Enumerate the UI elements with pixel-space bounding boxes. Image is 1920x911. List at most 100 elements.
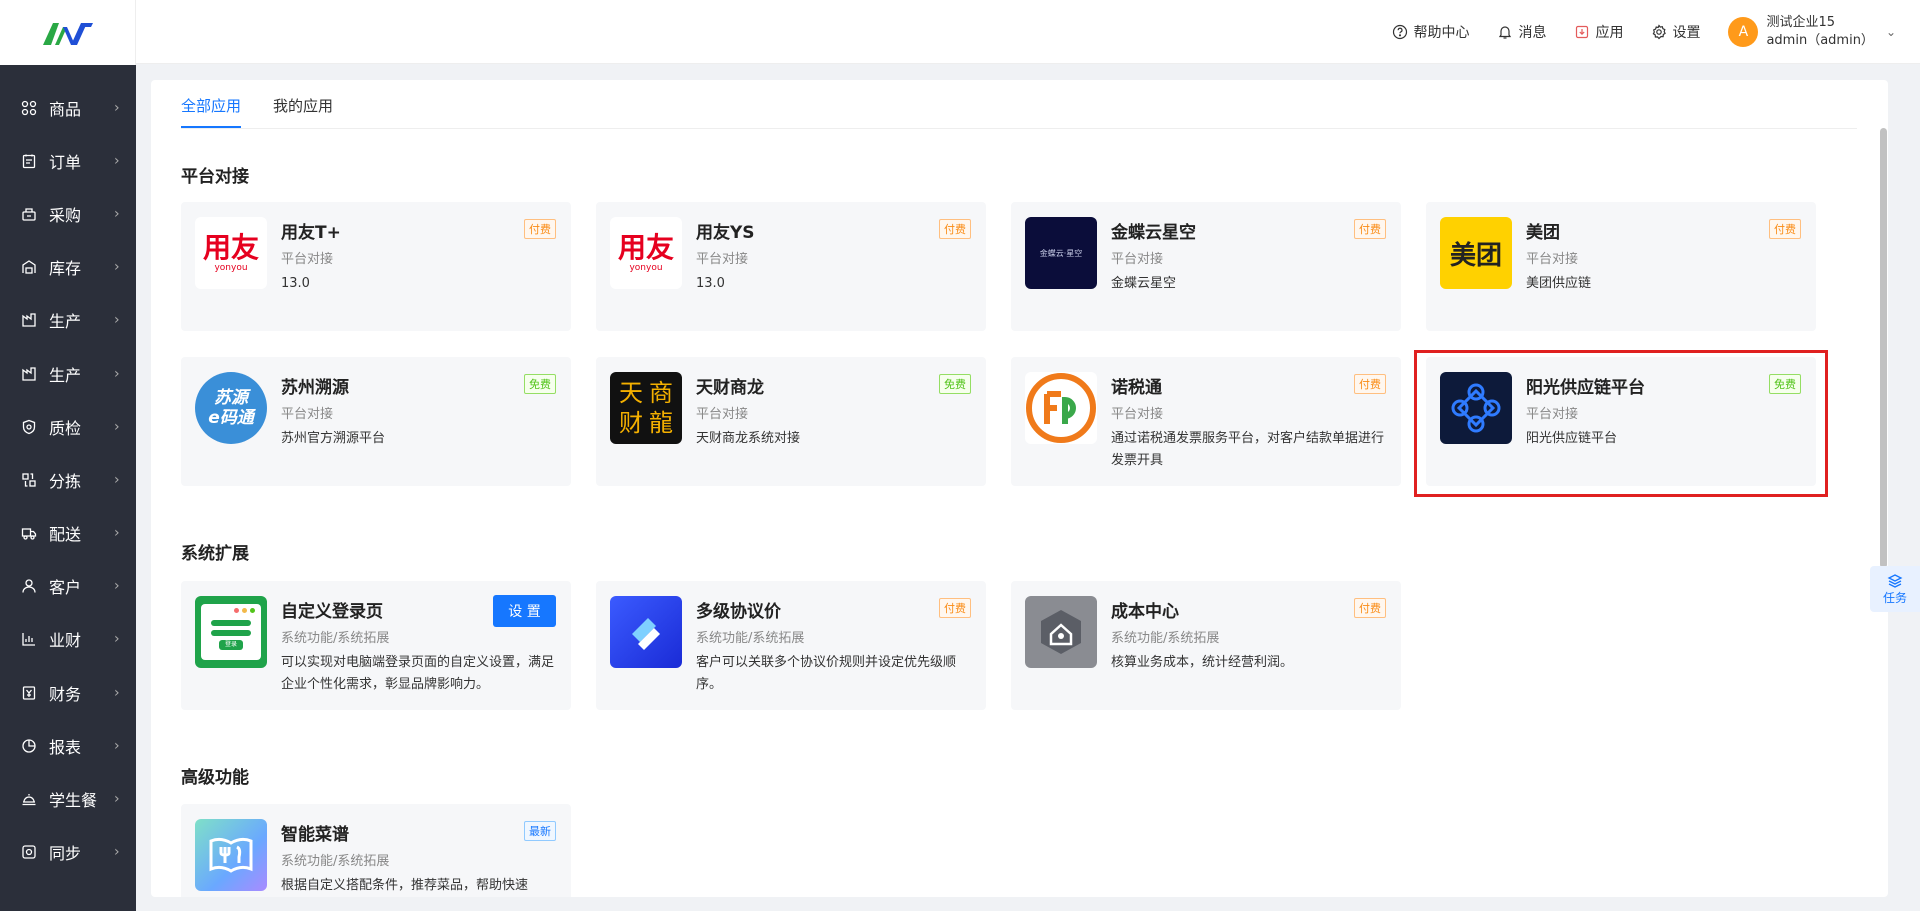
suzhou-trace-logo-icon: 苏源 e码通 bbox=[195, 372, 267, 444]
help-center-button[interactable]: 帮助中心 bbox=[1392, 22, 1469, 42]
task-label: 任务 bbox=[1882, 590, 1907, 605]
app-card-kingdee[interactable]: 金蝶云·星空 金蝶云星空 平台对接 金蝶云星空 付费 bbox=[1011, 202, 1401, 331]
paid-badge: 付费 bbox=[1354, 219, 1386, 239]
tab-my-apps[interactable]: 我的应用 bbox=[273, 95, 333, 128]
settings-button-custom-login[interactable]: 设 置 bbox=[493, 595, 556, 627]
yonyou-logo-text: 用友 bbox=[617, 231, 674, 264]
meituan-logo-text: 美团 bbox=[1449, 240, 1502, 271]
new-badge: 最新 bbox=[524, 821, 556, 841]
app-desc: 客户可以关联多个协议价规则并设定优先级顺序。 bbox=[696, 655, 957, 692]
sidebar-item-reports[interactable]: 报表 › bbox=[0, 719, 136, 772]
login-page-logo-icon: 登录 bbox=[195, 596, 267, 668]
section-title-advanced: 高级功能 bbox=[181, 768, 249, 788]
chevron-right-icon: › bbox=[114, 737, 120, 754]
chevron-right-icon: › bbox=[114, 684, 120, 701]
app-category: 系统功能/系统拓展 bbox=[696, 631, 805, 646]
sidebar-item-quality[interactable]: 质检 › bbox=[0, 400, 136, 453]
cost-center-logo-icon bbox=[1025, 596, 1097, 668]
app-name: 多级协议价 bbox=[696, 602, 781, 622]
sidebar-item-label: 学生餐 bbox=[49, 791, 98, 811]
app-card-meituan[interactable]: 美团 美团 平台对接 美团供应链 付费 bbox=[1426, 202, 1816, 331]
production-icon bbox=[20, 311, 38, 329]
app-card-yonyou-ys[interactable]: 用友 yonyou 用友YS 平台对接 13.0 付费 bbox=[596, 202, 986, 331]
messages-label: 消息 bbox=[1518, 24, 1547, 41]
app-name: 成本中心 bbox=[1111, 602, 1179, 622]
sidebar-item-label: 财务 bbox=[49, 684, 82, 704]
highlight-box bbox=[1414, 350, 1828, 497]
app-download-icon bbox=[1576, 25, 1589, 38]
settings-label: 设置 bbox=[1672, 24, 1701, 41]
tab-all-apps[interactable]: 全部应用 bbox=[181, 95, 242, 128]
chevron-right-icon: › bbox=[114, 578, 120, 595]
sidebar-item-sync[interactable]: 同步 › bbox=[0, 826, 136, 879]
yonyou-logo-icon: 用友 yonyou bbox=[610, 217, 682, 289]
sidebar-item-label: 质检 bbox=[49, 418, 82, 438]
app-card-tiancai[interactable]: 天 商 财 龍 天财商龙 平台对接 天财商龙系统对接 免费 bbox=[596, 357, 986, 486]
yonyou-logo-sub: yonyou bbox=[214, 263, 248, 273]
smart-recipe-logo-icon bbox=[195, 819, 267, 891]
app-card-yonyou-tplus[interactable]: 用友 yonyou 用友T+ 平台对接 13.0 付费 bbox=[181, 202, 571, 331]
shield-icon bbox=[20, 418, 38, 436]
apps-button[interactable]: 应用 bbox=[1574, 22, 1623, 42]
app-desc: 13.0 bbox=[696, 276, 725, 291]
login-mini-button: 登录 bbox=[219, 640, 243, 650]
app-card-smart-recipe[interactable]: 智能菜谱 系统功能/系统拓展 根据自定义搭配条件，推荐菜品，帮助快速 最新 bbox=[181, 804, 571, 897]
app-name: 苏州溯源 bbox=[281, 378, 349, 398]
app-name: 天财商龙 bbox=[696, 378, 764, 398]
finance-icon bbox=[20, 684, 38, 702]
app-card-custom-login[interactable]: 登录 自定义登录页 系统功能/系统拓展 可以实现对电脑端登录页面的自定义设置，满… bbox=[181, 581, 571, 710]
paid-badge: 付费 bbox=[1769, 219, 1801, 239]
app-category: 系统功能/系统拓展 bbox=[1111, 631, 1220, 646]
tiancai-char: 商 bbox=[649, 379, 673, 407]
sidebar-item-orders[interactable]: 订单 › bbox=[0, 134, 136, 187]
app-desc: 天财商龙系统对接 bbox=[696, 431, 801, 446]
sidebar-item-business-finance[interactable]: 业财 › bbox=[0, 613, 136, 666]
sidebar-item-sorting[interactable]: 分拣 › bbox=[0, 453, 136, 506]
chevron-right-icon: › bbox=[114, 152, 120, 169]
section-title-system: 系统扩展 bbox=[181, 544, 249, 564]
sidebar-item-purchase[interactable]: 采购 › bbox=[0, 187, 136, 240]
paid-badge: 付费 bbox=[939, 598, 971, 618]
sidebar-item-student-meal[interactable]: 学生餐 › bbox=[0, 772, 136, 825]
app-desc: 核算业务成本，统计经营利润。 bbox=[1111, 655, 1294, 670]
sidebar-item-goods[interactable]: 商品 › bbox=[0, 81, 136, 134]
production-icon bbox=[20, 365, 38, 383]
user-menu[interactable]: A 测试企业15 admin（admin） ⌄ bbox=[1728, 14, 1896, 50]
settings-button[interactable]: 设置 bbox=[1651, 22, 1700, 42]
section-title-platform: 平台对接 bbox=[181, 167, 249, 187]
app-card-nuoshuitong[interactable]: 诺税通 平台对接 通过诺税通发票服务平台，对客户结款单据进行发票开具 付费 bbox=[1011, 357, 1401, 486]
user-icon bbox=[20, 577, 38, 595]
sidebar-item-inventory[interactable]: 库存 › bbox=[0, 241, 136, 294]
meituan-logo-icon: 美团 bbox=[1440, 217, 1512, 289]
kingdee-logo-text: 金蝶云·星空 bbox=[1039, 248, 1083, 258]
avatar: A bbox=[1728, 16, 1759, 47]
paid-badge: 付费 bbox=[939, 219, 971, 239]
help-icon bbox=[1393, 24, 1408, 39]
app-logo[interactable] bbox=[0, 0, 136, 65]
messages-button[interactable]: 消息 bbox=[1497, 22, 1546, 42]
app-card-cost-center[interactable]: 成本中心 系统功能/系统拓展 核算业务成本，统计经营利润。 付费 bbox=[1011, 581, 1401, 710]
company-name: 测试企业15 bbox=[1766, 14, 1836, 30]
task-float-button[interactable]: 任务 bbox=[1870, 566, 1920, 612]
app-card-suzhou-trace[interactable]: 苏源 e码通 苏州溯源 平台对接 苏州官方溯源平台 免费 bbox=[181, 357, 571, 486]
sidebar-item-label: 库存 bbox=[49, 259, 82, 279]
free-badge: 免费 bbox=[939, 374, 971, 394]
bell-icon bbox=[1499, 25, 1512, 39]
sidebar-item-production-1[interactable]: 生产 › bbox=[0, 294, 136, 347]
sidebar-item-production-2[interactable]: 生产 › bbox=[0, 347, 136, 400]
paid-badge: 付费 bbox=[524, 219, 556, 239]
sidebar-item-delivery[interactable]: 配送 › bbox=[0, 507, 136, 560]
chart-icon bbox=[20, 630, 38, 648]
sidebar-item-finance[interactable]: 财务 › bbox=[0, 666, 136, 719]
order-icon bbox=[20, 152, 38, 170]
app-card-multi-level-price[interactable]: 多级协议价 系统功能/系统拓展 客户可以关联多个协议价规则并设定优先级顺序。 付… bbox=[596, 581, 986, 710]
chevron-right-icon: › bbox=[114, 525, 120, 542]
app-category: 平台对接 bbox=[696, 252, 749, 267]
yonyou-logo-text: 用友 bbox=[202, 231, 259, 264]
sidebar-item-label: 客户 bbox=[49, 578, 82, 598]
scrollbar-thumb[interactable] bbox=[1880, 128, 1887, 568]
report-icon bbox=[20, 737, 38, 755]
chevron-right-icon: › bbox=[114, 471, 120, 488]
tiancai-char: 龍 bbox=[649, 409, 673, 437]
sidebar-item-customer[interactable]: 客户 › bbox=[0, 560, 136, 613]
